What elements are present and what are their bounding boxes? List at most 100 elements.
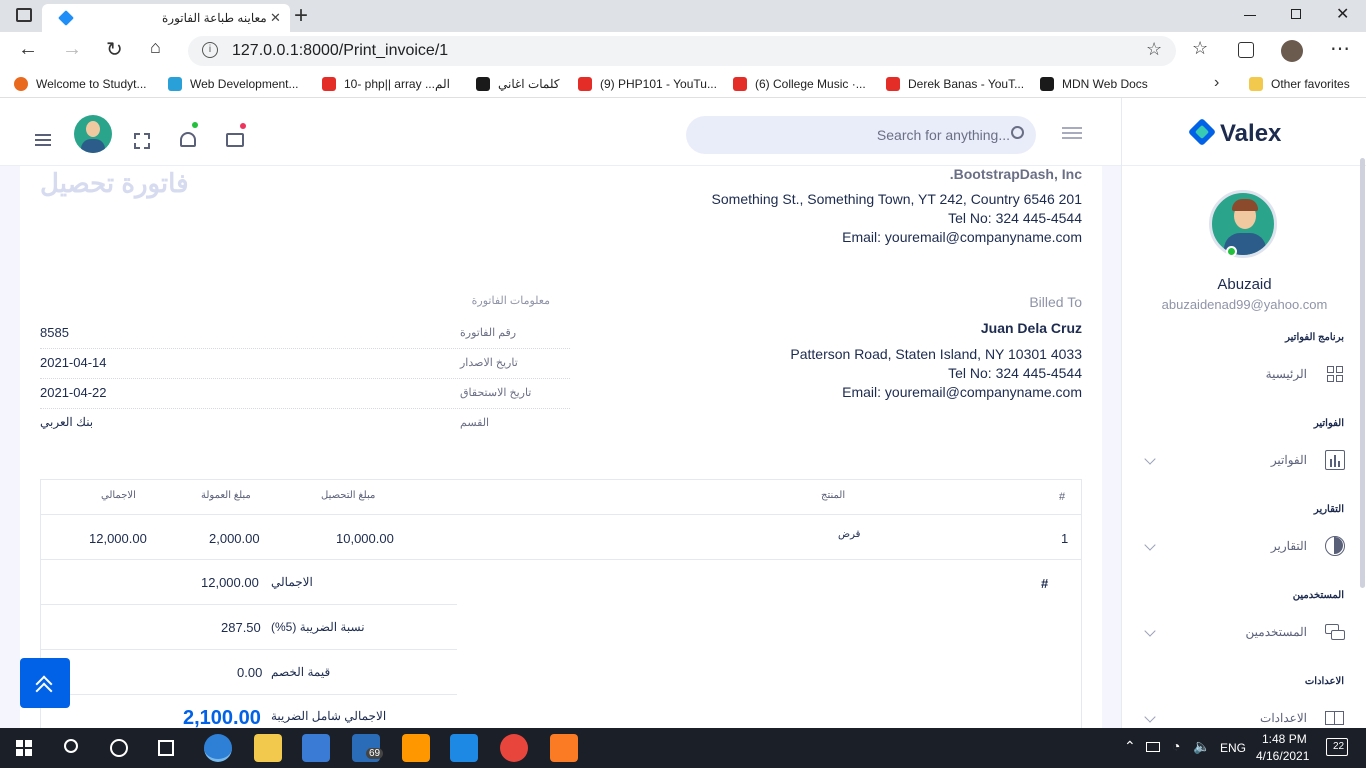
divider: [40, 378, 570, 379]
row-total: 12,000.00: [89, 531, 147, 546]
header-avatar[interactable]: [74, 115, 112, 153]
notification-center-icon[interactable]: 22: [1326, 738, 1348, 756]
youtube-icon: [322, 77, 336, 91]
favorite-link-5[interactable]: (6) College Music ·...: [733, 77, 866, 91]
favorite-label: MDN Web Docs: [1062, 77, 1148, 91]
favorite-label: Web Development...: [190, 77, 299, 91]
favorite-label: Welcome to Studyt...: [36, 77, 147, 91]
wifi-icon[interactable]: ◔: [1172, 738, 1180, 754]
xampp-icon[interactable]: [550, 734, 578, 762]
summary-row: الاجمالي 12,000.00: [41, 560, 457, 605]
file-explorer-icon[interactable]: [254, 734, 282, 762]
more-options-icon[interactable]: ⋯: [1330, 36, 1350, 61]
store-icon[interactable]: [302, 734, 330, 762]
summary-label: قيمة الخصم: [271, 665, 331, 679]
refresh-icon[interactable]: ↻: [106, 37, 123, 62]
search-icon[interactable]: [1011, 126, 1024, 139]
favorite-link-1[interactable]: Web Development...: [168, 77, 299, 91]
browser-tab[interactable]: معاينه طباعة الفاتورة ✕: [42, 4, 290, 32]
collections-icon[interactable]: [1238, 42, 1254, 58]
favorite-favicon-icon: [14, 77, 28, 91]
invoice-card: فاتورة تحصيل BootstrapDash, Inc. Somethi…: [20, 166, 1102, 728]
volume-icon[interactable]: 🔈: [1193, 738, 1210, 755]
sidebar-item-dashboard[interactable]: الرئيسية: [1122, 359, 1366, 389]
hamburger-menu-icon[interactable]: [35, 134, 51, 146]
add-favorite-icon[interactable]: ☆: [1146, 39, 1162, 60]
grand-total-value: 2,100.00: [183, 707, 261, 728]
sidebar-item-settings[interactable]: الاعدادات: [1122, 703, 1366, 728]
sidebar-scrollbar[interactable]: [1360, 158, 1365, 588]
tab-actions-icon[interactable]: [16, 8, 32, 22]
chevron-down-icon: [1144, 539, 1156, 551]
col-header-num: #: [1059, 491, 1066, 503]
minimize-icon[interactable]: [1244, 15, 1256, 16]
fullscreen-icon[interactable]: [134, 133, 150, 149]
clock-time[interactable]: 1:48 PM: [1262, 732, 1307, 746]
favorite-link-4[interactable]: (9) PHP101 - YouTu...: [578, 77, 717, 91]
edge-icon[interactable]: [204, 734, 232, 762]
sidebar-section-label: المستخدمين: [1292, 590, 1344, 601]
items-table: # المنتج مبلغ التحصيل مبلغ العمولة الاجم…: [40, 479, 1082, 728]
brand-logo[interactable]: Valex: [1122, 98, 1366, 166]
sidebar-avatar[interactable]: [1209, 190, 1277, 258]
sidebar-item-users[interactable]: المستخدمين: [1122, 617, 1366, 647]
summary-value: 12,000.00: [201, 575, 259, 590]
search-icon[interactable]: [64, 739, 78, 753]
favorites-icon[interactable]: ☆: [1192, 38, 1208, 59]
row-collection: 10,000.00: [336, 531, 394, 546]
favorite-label: كلمات اغاني: [498, 77, 560, 91]
mail-icon[interactable]: [226, 123, 246, 147]
sidebar-item-reports[interactable]: التقارير: [1122, 531, 1366, 561]
sidebar-section-label: الاعدادات: [1304, 676, 1344, 687]
mail-app-icon[interactable]: 69: [352, 734, 384, 762]
home-icon[interactable]: ⌂: [150, 37, 161, 58]
profile-avatar[interactable]: [1281, 40, 1303, 62]
other-favorites-label: Other favorites: [1271, 77, 1350, 91]
search-input[interactable]: Search for anything...: [686, 116, 1036, 154]
task-view-icon[interactable]: [158, 740, 174, 756]
other-favorites-link[interactable]: Other favorites: [1249, 77, 1350, 91]
vscode-icon[interactable]: [450, 734, 478, 762]
favorite-link-3[interactable]: كلمات اغاني: [476, 77, 560, 91]
chevron-down-icon: [1144, 453, 1156, 465]
back-to-top-button[interactable]: [20, 658, 70, 708]
notification-bell-icon[interactable]: [180, 122, 198, 147]
col-header-total: الاجمالي: [101, 490, 136, 501]
cortana-icon[interactable]: [110, 739, 128, 757]
system-tray-chevron-icon[interactable]: ⌃: [1124, 738, 1136, 755]
favorite-favicon-icon: [168, 77, 182, 91]
sidebar-item-invoices[interactable]: الفواتير: [1122, 445, 1366, 475]
youtube-icon: [733, 77, 747, 91]
new-tab-icon[interactable]: +: [294, 2, 308, 30]
col-header-product: المنتج: [821, 490, 846, 501]
language-indicator[interactable]: ENG: [1220, 741, 1246, 755]
chrome-icon[interactable]: [500, 734, 528, 762]
start-button-windows-icon[interactable]: [16, 740, 32, 756]
summary-label: الاجمالي شامل الضريبة: [271, 709, 387, 723]
favorites-overflow-chevron-icon[interactable]: ›: [1214, 74, 1219, 92]
site-info-icon[interactable]: i: [202, 42, 218, 58]
sublime-text-icon[interactable]: [402, 734, 430, 762]
restore-icon[interactable]: [1291, 9, 1301, 19]
favorite-link-6[interactable]: Derek Banas - YouT...: [886, 77, 1024, 91]
favorite-link-2[interactable]: 10- php|| array ...الم: [322, 77, 450, 91]
sidebar-item-label: الرئيسية: [1265, 367, 1307, 381]
sidebar-toggle-icon[interactable]: [1062, 127, 1082, 139]
favorite-link-0[interactable]: Welcome to Studyt...: [14, 77, 147, 91]
clock-date[interactable]: 4/16/2021: [1256, 749, 1309, 763]
billed-to-address: Patterson Road, Staten Island, NY 10301 …: [790, 346, 1082, 362]
favorite-link-7[interactable]: MDN Web Docs: [1040, 77, 1148, 91]
invoice-title: فاتورة تحصيل: [40, 168, 189, 198]
book-icon: [1325, 708, 1345, 728]
online-status-dot: [1226, 246, 1237, 257]
summary-value: 287.50: [221, 620, 261, 635]
sidebar-section-label: الفواتير: [1313, 418, 1344, 429]
back-icon[interactable]: ←: [18, 38, 38, 61]
forward-icon[interactable]: →: [62, 38, 82, 61]
close-window-icon[interactable]: ✕: [1336, 4, 1349, 24]
url-field[interactable]: i 127.0.0.1:8000/Print_invoice/1 ☆: [188, 36, 1176, 66]
tab-close-icon[interactable]: ✕: [270, 10, 281, 26]
battery-icon[interactable]: [1146, 742, 1160, 752]
brand-name: Valex: [1220, 120, 1282, 147]
billed-to-label: Billed To: [1029, 294, 1082, 310]
